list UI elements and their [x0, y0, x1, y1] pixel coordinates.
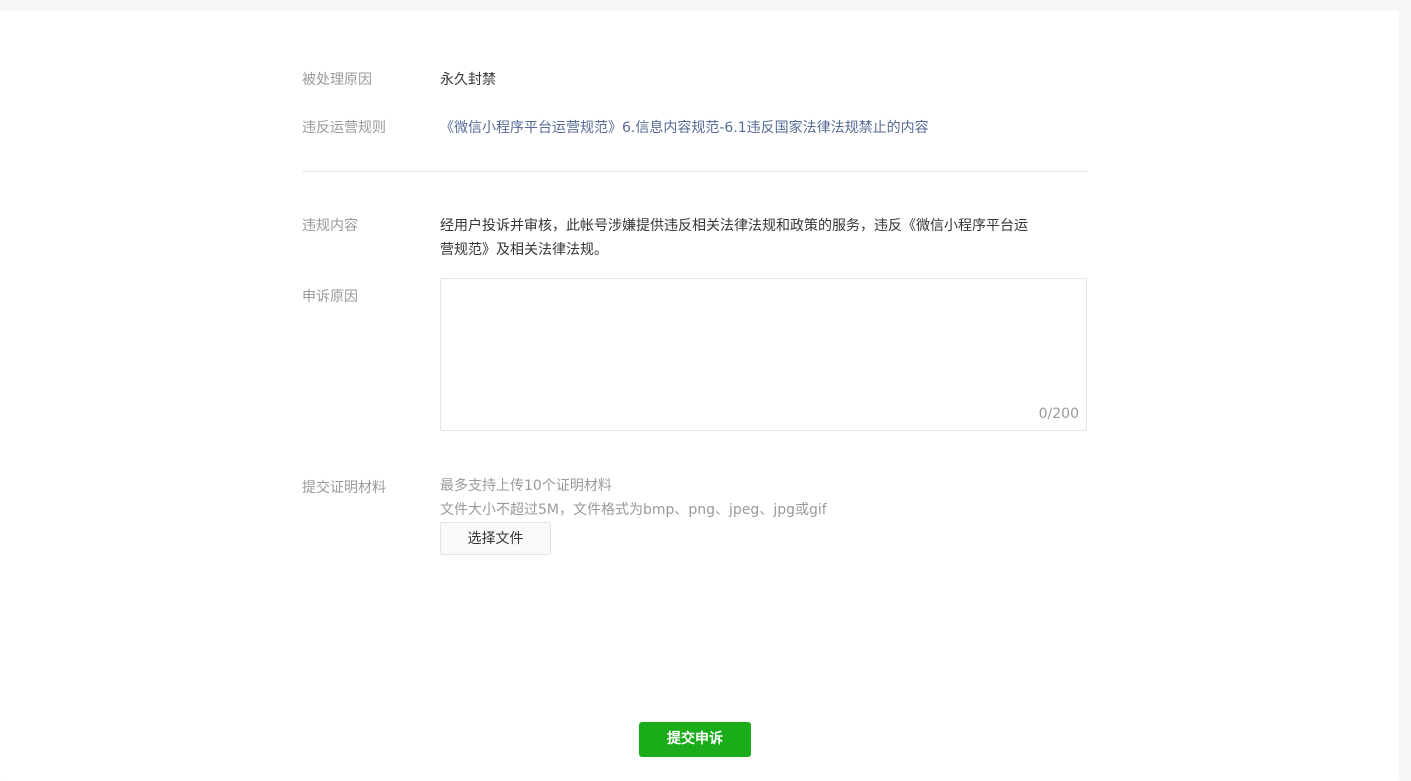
violation-text-line-1: 经用户投诉并审核，此帐号涉嫌提供违反相关法律法规和政策的服务，违反《微信小程序平…	[440, 218, 1028, 234]
reason-value: 永久封禁	[440, 72, 496, 88]
rule-row: 违反运营规则 《微信小程序平台运营规范》6.信息内容规范-6.1违反国家法律法规…	[302, 116, 1088, 140]
submit-appeal-button[interactable]: 提交申诉	[639, 722, 751, 757]
section-divider	[302, 171, 1088, 172]
violation-label: 违规内容	[302, 218, 358, 234]
appeal-row: 申诉原因 0/200	[302, 278, 1088, 431]
reason-row: 被处理原因 永久封禁	[302, 68, 1088, 92]
choose-file-button[interactable]: 选择文件	[440, 522, 551, 555]
evidence-hint-format: 文件大小不超过5M，文件格式为bmp、png、jpeg、jpg或gif	[440, 502, 827, 518]
evidence-row: 提交证明材料 最多支持上传10个证明材料 文件大小不超过5M，文件格式为bmp、…	[302, 474, 1088, 564]
violation-value: 经用户投诉并审核，此帐号涉嫌提供违反相关法律法规和政策的服务，违反《微信小程序平…	[440, 214, 1088, 262]
rule-link[interactable]: 《微信小程序平台运营规范》6.信息内容规范-6.1违反国家法律法规禁止的内容	[440, 116, 1088, 140]
appeal-textarea-box: 0/200	[440, 278, 1087, 431]
appeal-card: 被处理原因 永久封禁 违反运营规则 《微信小程序平台运营规范》6.信息内容规范-…	[0, 11, 1399, 781]
appeal-textarea[interactable]	[441, 279, 1086, 430]
appeal-label: 申诉原因	[302, 289, 358, 305]
evidence-hint-count: 最多支持上传10个证明材料	[440, 478, 612, 494]
reason-label: 被处理原因	[302, 72, 372, 88]
evidence-label: 提交证明材料	[302, 480, 386, 496]
appeal-char-counter: 0/200	[1038, 406, 1079, 422]
evidence-content: 最多支持上传10个证明材料 文件大小不超过5M，文件格式为bmp、png、jpe…	[440, 474, 1088, 555]
rule-label: 违反运营规则	[302, 120, 386, 136]
violation-row: 违规内容 经用户投诉并审核，此帐号涉嫌提供违反相关法律法规和政策的服务，违反《微…	[302, 214, 1088, 262]
violation-text-line-2: 营规范》及相关法律法规。	[440, 242, 608, 258]
